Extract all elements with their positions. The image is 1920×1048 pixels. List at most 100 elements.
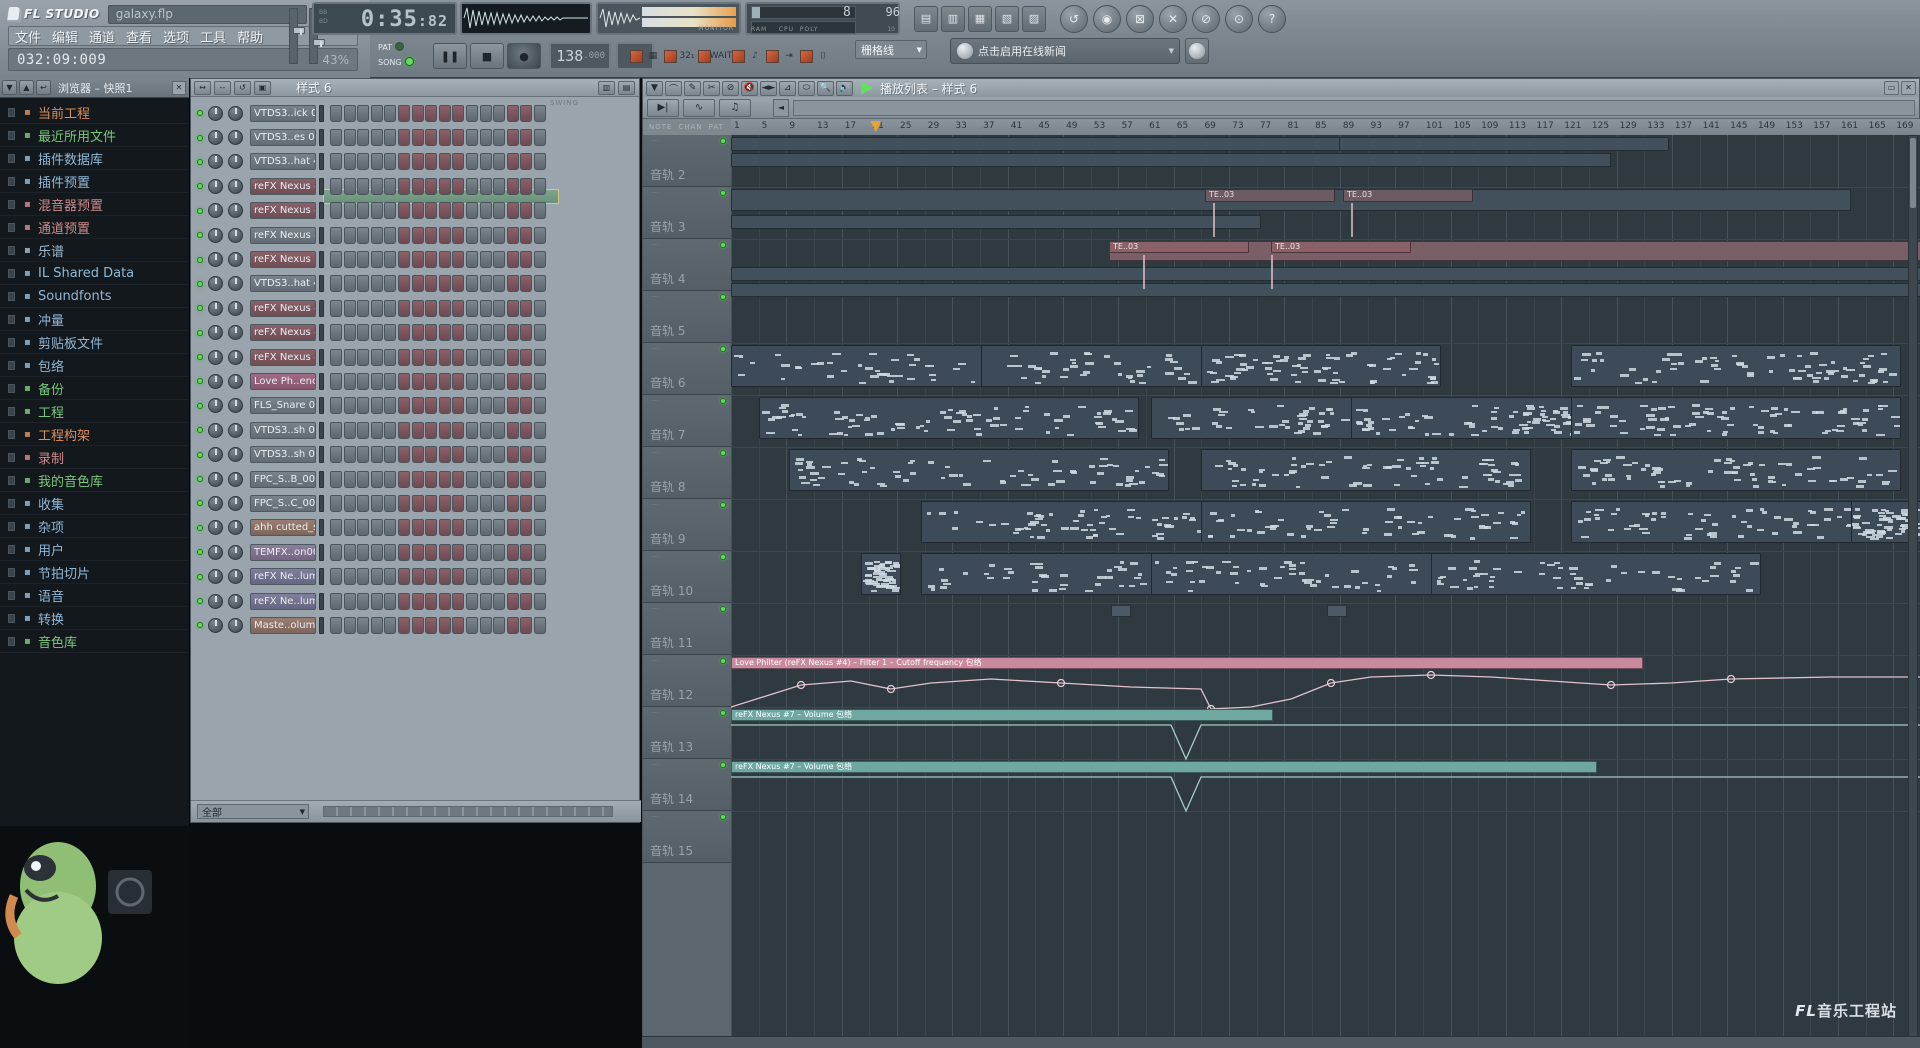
time-display-panel[interactable]: BB BD 0:35:82 <box>312 2 457 35</box>
step-button[interactable] <box>480 178 492 195</box>
step-button[interactable] <box>466 275 478 292</box>
step-button[interactable] <box>384 227 396 244</box>
magnet-snap-icon[interactable]: ⌒ <box>665 81 682 96</box>
step-button[interactable] <box>412 202 424 219</box>
playlist-maximize-button[interactable]: ▭ <box>1884 81 1899 95</box>
step-button[interactable] <box>452 251 464 268</box>
step-button[interactable] <box>507 593 519 610</box>
step-button[interactable] <box>371 105 383 122</box>
step-button[interactable] <box>493 593 505 610</box>
step-button[interactable] <box>398 324 410 341</box>
step-button[interactable] <box>344 397 356 414</box>
paint-tool-icon[interactable]: ✂ <box>703 81 720 96</box>
volume-knob[interactable] <box>228 520 243 535</box>
step-button[interactable] <box>384 324 396 341</box>
track-header[interactable]: ···· 音轨 8 <box>643 447 731 499</box>
step-button[interactable] <box>398 544 410 561</box>
volume-knob[interactable] <box>228 545 243 560</box>
step-button[interactable] <box>534 178 546 195</box>
track-header[interactable]: ···· 音轨 6 <box>643 343 731 395</box>
step-button[interactable] <box>439 373 451 390</box>
step-button[interactable] <box>493 251 505 268</box>
rack-stop-button[interactable]: ▣ <box>254 81 271 95</box>
step-button[interactable] <box>330 251 342 268</box>
mute-icon[interactable]: ⊘ <box>1192 5 1220 33</box>
step-button[interactable] <box>357 178 369 195</box>
track-header[interactable]: ···· 音轨 13 <box>643 707 731 759</box>
step-button[interactable] <box>534 593 546 610</box>
step-button[interactable] <box>466 324 478 341</box>
channel-led[interactable] <box>197 305 203 311</box>
step-button[interactable] <box>357 349 369 366</box>
channel-led[interactable] <box>197 257 203 263</box>
step-button[interactable] <box>520 397 532 414</box>
step-button[interactable] <box>330 275 342 292</box>
step-button[interactable] <box>425 300 437 317</box>
step-button[interactable] <box>371 275 383 292</box>
step-button[interactable] <box>371 227 383 244</box>
channel-led[interactable] <box>197 549 203 555</box>
step-button[interactable] <box>330 373 342 390</box>
volume-knob[interactable] <box>228 398 243 413</box>
step-button[interactable] <box>439 495 451 512</box>
expand-icon[interactable] <box>8 131 15 140</box>
step-button[interactable] <box>384 593 396 610</box>
pattern-clip[interactable] <box>731 267 1920 281</box>
channel-row[interactable]: FPC_S..C_004 <box>191 491 641 515</box>
track-header[interactable]: ···· 音轨 5 <box>643 291 731 343</box>
step-button[interactable] <box>452 519 464 536</box>
playlist-vertical-scrollbar[interactable] <box>1908 135 1918 1048</box>
step-button[interactable] <box>534 129 546 146</box>
step-button[interactable] <box>412 519 424 536</box>
step-button[interactable] <box>330 153 342 170</box>
channel-row[interactable]: VTDS3..hat 41 <box>191 150 641 174</box>
step-button[interactable] <box>344 349 356 366</box>
rack-resize-button[interactable]: ↔ <box>194 81 211 95</box>
volume-knob[interactable] <box>228 228 243 243</box>
step-button[interactable] <box>425 349 437 366</box>
expand-icon[interactable] <box>8 223 15 232</box>
grid-icon[interactable]: ⊠ <box>1126 5 1154 33</box>
step-button[interactable] <box>507 105 519 122</box>
rack-horizontal-scrollbar[interactable] <box>323 806 613 817</box>
volume-knob[interactable] <box>228 569 243 584</box>
step-button[interactable] <box>425 519 437 536</box>
step-button[interactable] <box>384 397 396 414</box>
step-button[interactable] <box>480 397 492 414</box>
step-button[interactable] <box>507 495 519 512</box>
step-button[interactable] <box>439 105 451 122</box>
step-button[interactable] <box>384 617 396 634</box>
volume-knob[interactable] <box>228 203 243 218</box>
pan-knob[interactable] <box>208 154 223 169</box>
step-button[interactable] <box>357 471 369 488</box>
step-button[interactable] <box>344 617 356 634</box>
note-clip[interactable] <box>1571 449 1901 491</box>
step-button[interactable] <box>371 446 383 463</box>
browser-item-0[interactable]: ▪ 当前工程 <box>0 101 189 124</box>
step-button[interactable] <box>384 300 396 317</box>
step-button[interactable] <box>507 300 519 317</box>
browser-item-14[interactable]: ▪ 工程构架 <box>0 423 189 446</box>
step-button[interactable] <box>439 446 451 463</box>
step-button[interactable] <box>371 593 383 610</box>
step-button[interactable] <box>439 471 451 488</box>
browser-back-button[interactable]: ↩ <box>36 80 51 95</box>
step-button[interactable] <box>439 617 451 634</box>
step-button[interactable] <box>357 446 369 463</box>
step-button[interactable] <box>520 105 532 122</box>
track-header[interactable]: ···· 音轨 2 <box>643 135 731 187</box>
step-button[interactable] <box>452 422 464 439</box>
step-button[interactable] <box>344 446 356 463</box>
channel-led[interactable] <box>197 427 203 433</box>
channel-name-button[interactable]: reFX Ne..lume <box>250 593 316 610</box>
step-button[interactable] <box>412 251 424 268</box>
step-button[interactable] <box>384 251 396 268</box>
step-button[interactable] <box>439 300 451 317</box>
step-button[interactable] <box>371 544 383 561</box>
expand-icon[interactable] <box>8 338 15 347</box>
step-button[interactable] <box>452 471 464 488</box>
pan-knob[interactable] <box>208 325 223 340</box>
browser-item-13[interactable]: ▪ 工程 <box>0 400 189 423</box>
step-button[interactable] <box>371 471 383 488</box>
step-button[interactable] <box>439 349 451 366</box>
